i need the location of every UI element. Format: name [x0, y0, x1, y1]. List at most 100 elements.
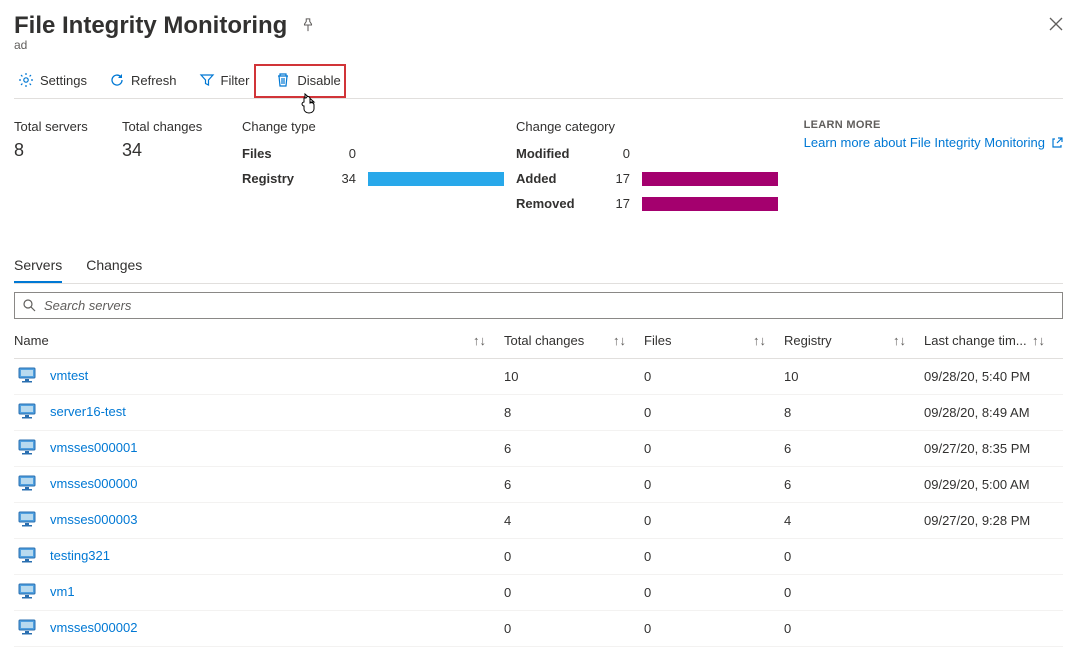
gear-icon — [18, 72, 34, 88]
cell-last-change: 09/28/20, 5:40 PM — [924, 359, 1063, 395]
refresh-icon — [109, 72, 125, 88]
close-icon[interactable] — [1049, 17, 1063, 36]
col-total-changes[interactable]: Total changes↑↓ — [504, 323, 644, 359]
cell-registry: 4 — [784, 503, 924, 539]
cell-total-changes: 8 — [504, 395, 644, 431]
filter-button[interactable]: Filter — [195, 70, 254, 90]
table-row: vmsses00000340409/27/20, 9:28 PM — [14, 503, 1063, 539]
sort-icon: ↑↓ — [1032, 333, 1045, 348]
search-input[interactable] — [42, 297, 1054, 314]
change-type-files-label: Files — [242, 146, 332, 161]
total-changes-value: 34 — [122, 140, 242, 161]
added-label: Added — [516, 171, 606, 186]
cell-files: 0 — [644, 431, 784, 467]
cell-total-changes: 6 — [504, 467, 644, 503]
removed-label: Removed — [516, 196, 606, 211]
table-row: vmtest1001009/28/20, 5:40 PM — [14, 359, 1063, 395]
server-icon — [18, 511, 36, 530]
cell-registry: 6 — [784, 431, 924, 467]
cell-registry: 0 — [784, 539, 924, 575]
learn-more-link-text: Learn more about File Integrity Monitori… — [804, 135, 1045, 150]
cell-total-changes: 6 — [504, 431, 644, 467]
server-link[interactable]: testing321 — [50, 548, 110, 563]
tab-servers[interactable]: Servers — [14, 251, 62, 283]
cell-last-change — [924, 611, 1063, 647]
change-type-files-row: Files 0 — [242, 146, 516, 161]
refresh-label: Refresh — [131, 73, 177, 88]
cell-files: 0 — [644, 575, 784, 611]
removed-bar — [642, 197, 778, 211]
table-row: vm1000 — [14, 575, 1063, 611]
removed-value: 17 — [606, 196, 630, 211]
cell-files: 0 — [644, 611, 784, 647]
change-category-label: Change category — [516, 119, 786, 134]
server-link[interactable]: vmsses000001 — [50, 440, 137, 455]
trash-icon — [275, 72, 291, 88]
col-last-change[interactable]: Last change tim...↑↓ — [924, 323, 1063, 359]
modified-label: Modified — [516, 146, 606, 161]
settings-label: Settings — [40, 73, 87, 88]
cell-files: 0 — [644, 359, 784, 395]
server-icon — [18, 367, 36, 386]
server-link[interactable]: server16-test — [50, 404, 126, 419]
change-category-modified-row: Modified 0 — [516, 146, 786, 161]
cell-files: 0 — [644, 539, 784, 575]
cell-total-changes: 4 — [504, 503, 644, 539]
col-name[interactable]: Name↑↓ — [14, 323, 504, 359]
toolbar: Settings Refresh Filter Disable — [14, 70, 1063, 99]
cell-files: 0 — [644, 395, 784, 431]
server-link[interactable]: vmsses000002 — [50, 620, 137, 635]
server-link[interactable]: vmsses000003 — [50, 512, 137, 527]
change-type-label: Change type — [242, 119, 516, 134]
search-box[interactable] — [14, 292, 1063, 319]
cell-registry: 0 — [784, 611, 924, 647]
cell-registry: 8 — [784, 395, 924, 431]
change-type-registry-label: Registry — [242, 171, 332, 186]
pin-icon[interactable] — [301, 18, 315, 35]
server-link[interactable]: vmsses000000 — [50, 476, 137, 491]
refresh-button[interactable]: Refresh — [105, 70, 181, 90]
server-icon — [18, 439, 36, 458]
change-type-files-value: 0 — [332, 146, 356, 161]
table-row: testing321000 — [14, 539, 1063, 575]
added-bar — [642, 172, 778, 186]
cell-last-change — [924, 539, 1063, 575]
filter-label: Filter — [221, 73, 250, 88]
col-files[interactable]: Files↑↓ — [644, 323, 784, 359]
server-icon — [18, 475, 36, 494]
server-link[interactable]: vm1 — [50, 584, 75, 599]
settings-button[interactable]: Settings — [14, 70, 91, 90]
change-type-registry-value: 34 — [332, 171, 356, 186]
cell-registry: 10 — [784, 359, 924, 395]
table-row: vmsses00000060609/29/20, 5:00 AM — [14, 467, 1063, 503]
search-icon — [23, 299, 36, 312]
cell-total-changes: 0 — [504, 539, 644, 575]
change-type-registry-row: Registry 34 — [242, 171, 516, 186]
cell-last-change: 09/27/20, 8:35 PM — [924, 431, 1063, 467]
servers-table: Name↑↓ Total changes↑↓ Files↑↓ Registry↑… — [14, 323, 1063, 647]
page-subtitle: ad — [14, 38, 1063, 52]
server-icon — [18, 619, 36, 638]
table-header-row: Name↑↓ Total changes↑↓ Files↑↓ Registry↑… — [14, 323, 1063, 359]
cell-last-change — [924, 575, 1063, 611]
cell-total-changes: 10 — [504, 359, 644, 395]
total-servers-value: 8 — [14, 140, 122, 161]
disable-button[interactable]: Disable — [267, 70, 350, 90]
server-icon — [18, 403, 36, 422]
cell-last-change: 09/28/20, 8:49 AM — [924, 395, 1063, 431]
table-row: vmsses000002000 — [14, 611, 1063, 647]
server-link[interactable]: vmtest — [50, 368, 88, 383]
sort-icon: ↑↓ — [613, 333, 626, 348]
filter-icon — [199, 72, 215, 88]
learn-more-link[interactable]: Learn more about File Integrity Monitori… — [804, 135, 1063, 150]
sort-icon: ↑↓ — [893, 333, 906, 348]
table-row: vmsses00000160609/27/20, 8:35 PM — [14, 431, 1063, 467]
cursor-icon — [300, 92, 318, 117]
total-changes-label: Total changes — [122, 119, 242, 134]
sort-icon: ↑↓ — [753, 333, 766, 348]
col-registry[interactable]: Registry↑↓ — [784, 323, 924, 359]
tab-changes[interactable]: Changes — [86, 251, 142, 283]
cell-total-changes: 0 — [504, 575, 644, 611]
server-icon — [18, 583, 36, 602]
added-value: 17 — [606, 171, 630, 186]
